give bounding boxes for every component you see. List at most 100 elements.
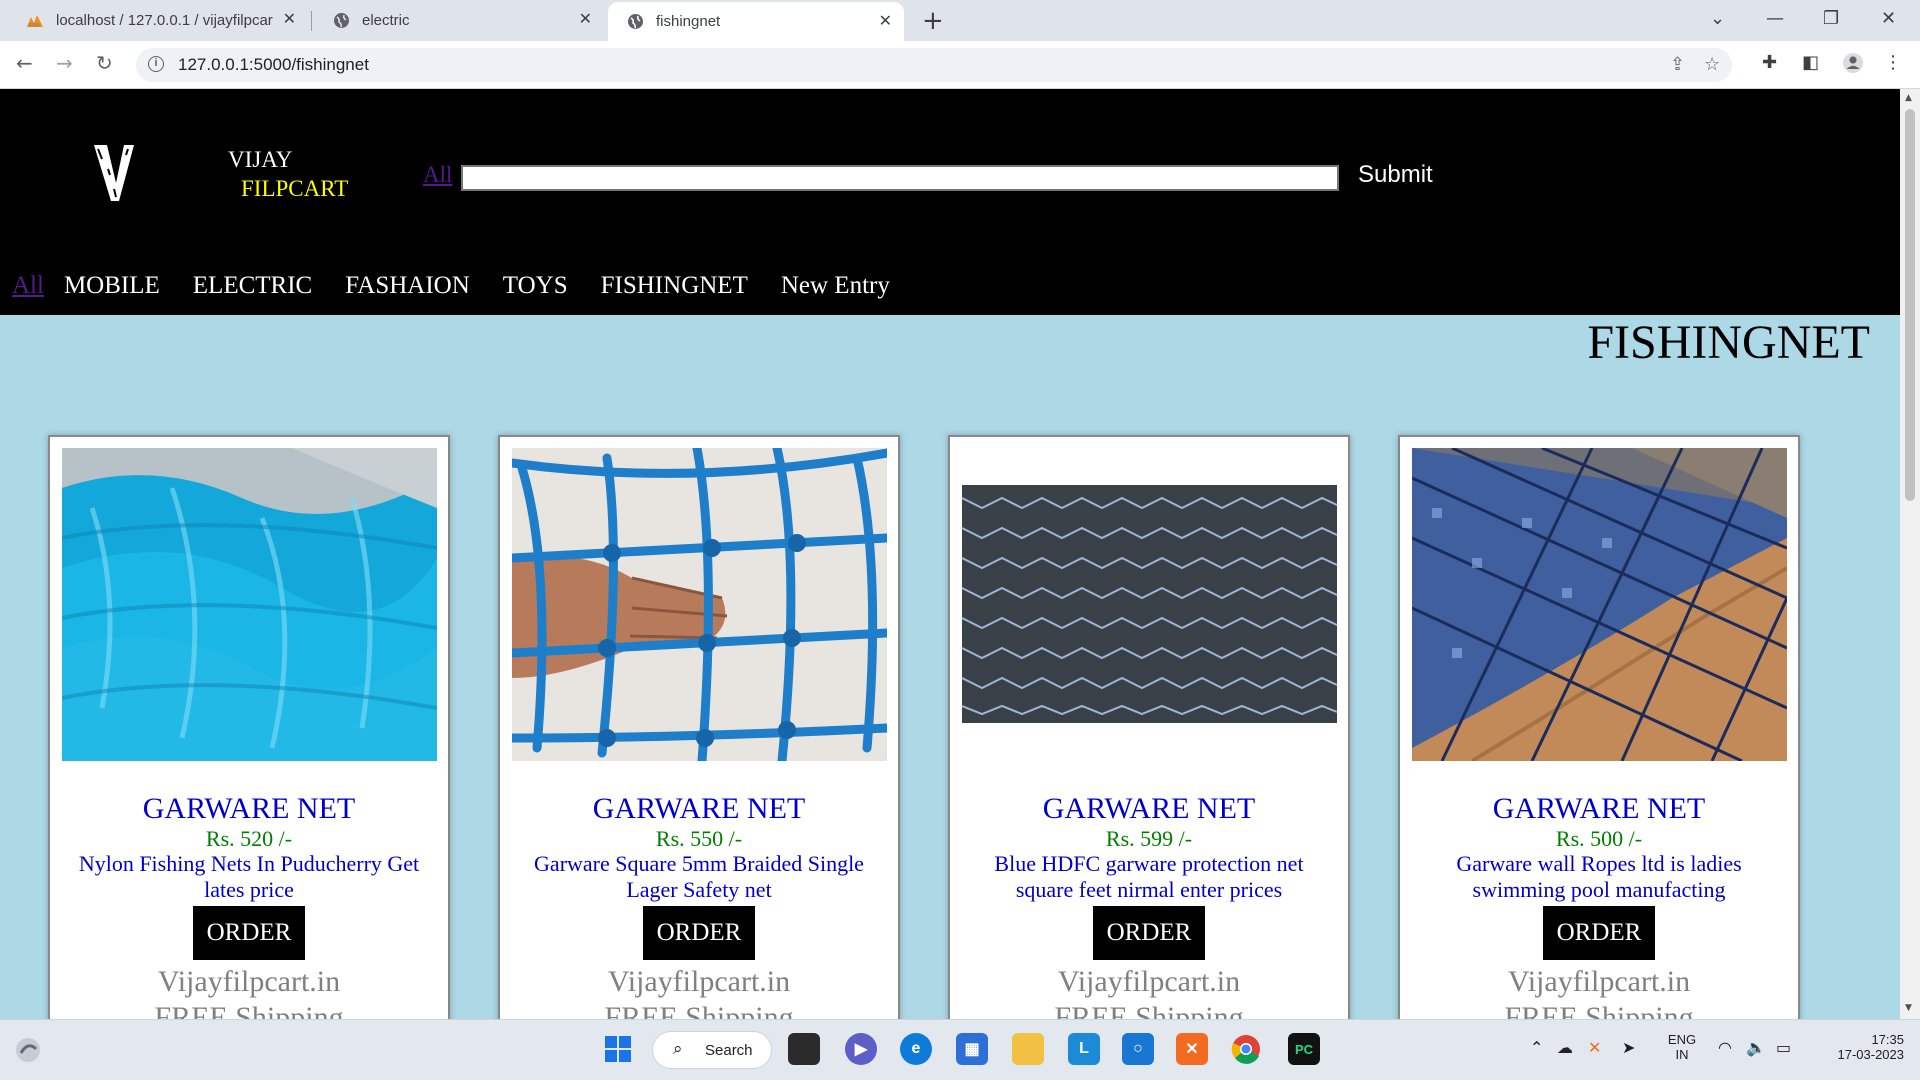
shipping-info: FREE Shipping [604,1001,794,1019]
tray-overflow-chevron-icon[interactable]: ⌃ [1530,1038,1543,1057]
nav-electric[interactable]: ELECTRIC [193,272,312,300]
submit-button[interactable]: Submit [1358,161,1433,189]
product-card: GARWARE NET Rs. 500 /- Garware wall Rope… [1398,435,1800,1019]
language-code: ENG [1667,1032,1697,1047]
brand-name-line1: VIJAY [228,147,293,172]
site-info-icon[interactable]: i [148,56,164,72]
chrome-icon[interactable] [1230,1033,1262,1065]
reload-icon[interactable]: ↻ [96,51,113,75]
order-button[interactable]: ORDER [1543,906,1655,960]
globe-icon [626,13,644,31]
file-explorer-icon[interactable] [1012,1033,1044,1065]
browser-menu-icon[interactable]: ⋮ [1884,52,1902,73]
xampp-icon[interactable]: ✕ [1176,1033,1208,1065]
back-arrow-icon[interactable]: ← [16,51,33,75]
search-icon: ⌕ [673,1039,683,1059]
product-card: GARWARE NET Rs. 599 /- Blue HDFC garware… [948,435,1350,1019]
order-button[interactable]: ORDER [1093,906,1205,960]
tab-search-chevron-icon[interactable]: ⌄ [1710,8,1725,29]
clock-date: 17-03-2023 [1837,1047,1905,1062]
clock-time: 17:35 [1871,1032,1904,1047]
forward-arrow-icon[interactable]: → [56,51,73,75]
category-nav: All MOBILE ELECTRIC FASHAION TOYS FISHIN… [12,272,923,304]
tab-electric[interactable]: electric ✕ [314,0,604,41]
shipping-info: FREE Shipping [1504,1001,1694,1019]
product-name: GARWARE NET [592,792,806,825]
scroll-down-arrow-icon[interactable]: ▼ [1905,1003,1912,1013]
battery-icon[interactable]: ▭ [1776,1038,1791,1057]
search-category-all-link[interactable]: All [423,162,452,188]
nav-toys[interactable]: TOYS [503,272,568,300]
widgets-icon[interactable] [12,1034,44,1066]
windows-start-icon[interactable] [602,1033,634,1065]
extensions-puzzle-icon[interactable]: ✚ [1762,52,1777,73]
restore-icon[interactable]: ❐ [1823,8,1839,29]
order-button[interactable]: ORDER [193,906,305,960]
microsoft-store-icon[interactable]: ▦ [956,1033,988,1065]
tab-separator [311,11,312,31]
l-app-icon[interactable]: L [1068,1033,1100,1065]
phpmyadmin-icon: PMA [26,12,44,30]
volume-icon[interactable]: 🔈 [1746,1038,1766,1057]
minimize-icon[interactable]: — [1766,8,1784,29]
close-tab-icon[interactable]: ✕ [283,12,296,28]
pycharm-icon[interactable]: PC [1288,1033,1320,1065]
scroll-up-arrow-icon[interactable]: ▲ [1905,93,1912,103]
nav-fashaion[interactable]: FASHAION [345,272,470,300]
share-icon[interactable]: ⇪ [1670,54,1685,75]
tab-fishingnet[interactable]: fishingnet ✕ [608,2,904,41]
omnibox[interactable]: i 127.0.0.1:5000/fishingnet ⇪ ☆ [136,48,1732,82]
order-button[interactable]: ORDER [643,906,755,960]
address-toolbar: ← → ↻ i 127.0.0.1:5000/fishingnet ⇪ ☆ [0,41,1920,89]
product-image[interactable] [512,448,887,761]
profile-avatar-icon[interactable] [1842,52,1864,79]
product-description: Nylon Fishing Nets In Puducherry Get lat… [78,851,420,902]
product-description: Garware Square 5mm Braided Single Lager … [534,851,864,902]
taskbar-search[interactable]: ⌕ Search [652,1031,772,1069]
system-clock[interactable]: 17:35 17-03-2023 [1812,1032,1905,1062]
shipping-info: FREE Shipping [1054,1001,1244,1019]
location-icon[interactable]: ➤ [1622,1038,1635,1057]
onedrive-cloud-icon[interactable]: ☁ [1557,1038,1573,1057]
seller-site: Vijayfilpcart.in [607,965,791,998]
seller-site: Vijayfilpcart.in [157,965,341,998]
product-image[interactable] [962,448,1337,761]
close-window-icon[interactable]: ✕ [1881,8,1896,29]
url-text[interactable]: 127.0.0.1:5000/fishingnet [178,55,369,75]
edge-browser-icon[interactable]: e [900,1033,932,1065]
product-name: GARWARE NET [142,792,356,825]
nav-mobile[interactable]: MOBILE [64,272,160,300]
brand-logo[interactable] [90,139,140,209]
bookmark-star-icon[interactable]: ☆ [1704,54,1720,75]
region-code: IN [1675,1047,1689,1062]
language-indicator[interactable]: ENG IN [1660,1032,1704,1062]
product-name: GARWARE NET [1492,792,1706,825]
product-price: Rs. 500 /- [1555,826,1643,851]
page-title: FISHINGNET [1587,316,1870,369]
product-image[interactable] [62,448,437,761]
product-description: Blue HDFC garware protection net square … [994,851,1304,902]
browser-tab-strip: PMA localhost / 127.0.0.1 / vijayfilpcar… [0,0,1920,41]
tab-title: localhost / 127.0.0.1 / vijayfilpcar [56,12,273,29]
page-scrollbar[interactable]: ▲ ▼ [1900,89,1920,1019]
tab-phpmyadmin[interactable]: PMA localhost / 127.0.0.1 / vijayfilpcar… [8,0,308,41]
product-price: Rs. 550 /- [655,826,743,851]
close-tab-icon[interactable]: ✕ [879,14,892,30]
teams-chat-icon[interactable]: ▶ [845,1033,877,1065]
wifi-icon[interactable]: ◠ [1718,1038,1732,1057]
xampp-tray-icon[interactable]: ✕ [1588,1038,1601,1057]
task-view-icon[interactable] [788,1033,820,1065]
side-panel-icon[interactable]: ◧ [1802,52,1819,73]
outlook-icon[interactable]: ○ [1122,1033,1154,1065]
scrollbar-thumb[interactable] [1905,109,1915,501]
nav-all-link[interactable]: All [12,272,44,300]
tab-title: fishingnet [656,13,721,30]
search-input[interactable] [461,165,1339,191]
nav-new-entry[interactable]: New Entry [781,272,890,300]
product-image[interactable] [1412,448,1787,761]
nav-fishingnet[interactable]: FISHINGNET [601,272,748,300]
os-taskbar: ⌕ Search ▶ e ▦ L ○ ✕ PC ⌃ ☁ ✕ ➤ ENG IN ◠… [0,1019,1920,1080]
close-tab-icon[interactable]: ✕ [579,12,592,28]
tab-title: electric [362,12,410,29]
new-tab-icon[interactable]: + [922,8,944,34]
